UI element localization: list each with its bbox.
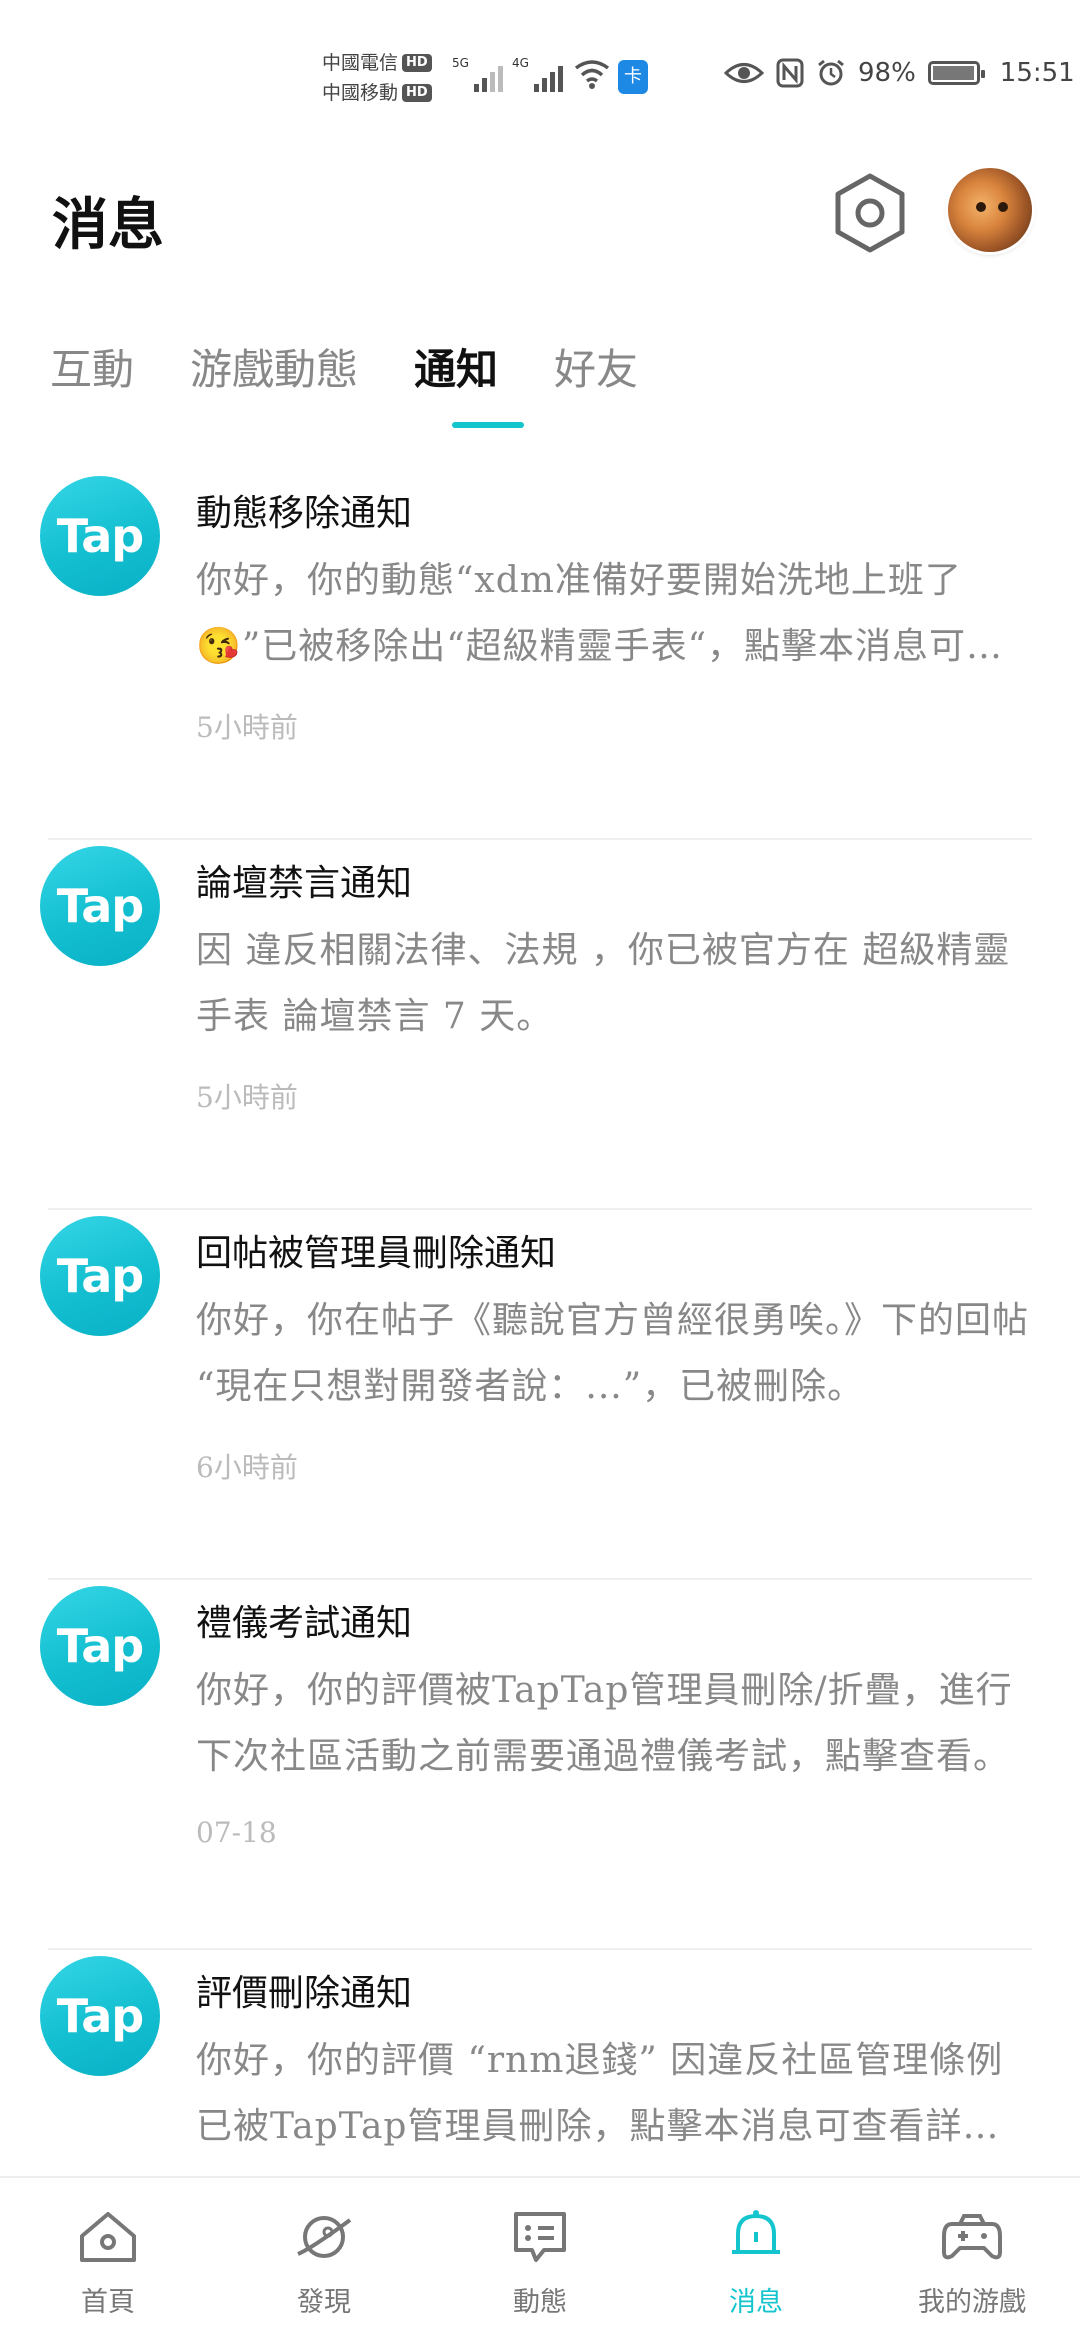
- notification-item[interactable]: Tap 禮儀考試通知 你好，你的評價被TapTap管理員刪除/折疊，進行下次社區…: [0, 1580, 1080, 1950]
- notification-body: 因 違反相關法律、法規 ，你已被官方在 超級精靈手表 論壇禁言 7 天。: [196, 930, 1011, 1037]
- notification-time: 07-18: [196, 1816, 277, 1849]
- alarm-icon: [818, 59, 844, 86]
- battery-percent: 98%: [858, 58, 916, 88]
- tab-interactions[interactable]: 互動: [50, 336, 134, 427]
- nav-feed[interactable]: 動態: [432, 2178, 648, 2342]
- signal-4g-icon: 4G: [512, 56, 563, 92]
- notification-item[interactable]: Tap 論壇禁言通知 因 違反相關法律、法規 ，你已被官方在 超級精靈手表 論壇…: [0, 840, 1080, 1210]
- notification-time: 5小時前: [196, 711, 298, 744]
- notification-title: 論壇禁言通知: [196, 863, 413, 904]
- notification-list: Tap 動態移除通知 你好，你的動態“xdm准備好要開始洗地上班了😘”已被移除出…: [0, 470, 1080, 2320]
- home-icon: [80, 2212, 136, 2262]
- nav-label: 發現: [297, 2287, 351, 2318]
- user-avatar[interactable]: [948, 168, 1032, 252]
- hd-badge: HD: [402, 54, 432, 72]
- signal-5g-icon: 5G: [452, 56, 503, 92]
- taptap-logo: Tap: [40, 1216, 160, 1336]
- notification-title: 禮儀考試通知: [196, 1603, 413, 1644]
- clock: 15:51: [999, 58, 1075, 88]
- nav-label: 首頁: [81, 2287, 135, 2318]
- page-title: 消息: [52, 192, 164, 258]
- notification-title: 評價刪除通知: [196, 1973, 413, 2014]
- nav-my-games[interactable]: 我的游戲: [864, 2178, 1080, 2342]
- carrier-info: 中國電信 HD 中國移動 HD: [322, 48, 432, 108]
- chat-icon: [514, 2212, 566, 2262]
- taptap-logo: Tap: [40, 476, 160, 596]
- tab-game-updates[interactable]: 游戲動態: [190, 336, 358, 427]
- avatar-eye: [976, 202, 986, 212]
- notification-title: 動態移除通知: [196, 493, 413, 534]
- notification-body: 你好，你在帖子《聽說官方曾經很勇唉。》下的回帖 “現在只想對開發者說：...”，…: [196, 1300, 1030, 1407]
- status-bar: 中國電信 HD 中國移動 HD 5G 4G 卡 98% 15:51: [0, 0, 1080, 150]
- nav-label: 動態: [513, 2287, 567, 2318]
- notification-body: 你好，你的評價 “rnm退錢” 因違反社區管理條例已被TapTap管理員刪除，點…: [196, 2040, 1004, 2147]
- hd-badge: HD: [402, 84, 432, 102]
- notification-item[interactable]: Tap 動態移除通知 你好，你的動態“xdm准備好要開始洗地上班了😘”已被移除出…: [0, 470, 1080, 840]
- carrier-2: 中國移動: [322, 82, 399, 104]
- taptap-logo: Tap: [40, 1956, 160, 2076]
- tab-notifications[interactable]: 通知: [414, 336, 498, 427]
- battery-icon: [927, 61, 985, 85]
- nav-label: 消息: [729, 2287, 783, 2318]
- nfc-icon: [776, 58, 804, 88]
- taptap-logo: Tap: [40, 1586, 160, 1706]
- message-tabs: 互動 游戲動態 通知 好友: [50, 336, 638, 427]
- planet-icon: [297, 2216, 352, 2258]
- notification-body: 你好，你的評價被TapTap管理員刪除/折疊，進行下次社區活動之前需要通過禮儀考…: [196, 1670, 1013, 1777]
- active-tab-indicator: [452, 422, 524, 428]
- carrier-1: 中國電信: [322, 52, 399, 74]
- taptap-logo: Tap: [40, 846, 160, 966]
- notification-title: 回帖被管理員刪除通知: [196, 1233, 557, 1274]
- bell-icon: [732, 2210, 780, 2254]
- avatar-eye: [998, 202, 1008, 212]
- settings-button[interactable]: [832, 172, 908, 254]
- bottom-nav: 首頁 發現 動態 消息 我的游戲: [0, 2176, 1080, 2342]
- nav-home[interactable]: 首頁: [0, 2178, 216, 2342]
- gamepad-icon: [942, 2214, 1002, 2260]
- notification-time: 5小時前: [196, 1081, 298, 1114]
- app-notification-icon: 卡: [618, 60, 648, 94]
- notification-item[interactable]: Tap 回帖被管理員刪除通知 你好，你在帖子《聽說官方曾經很勇唉。》下的回帖 “…: [0, 1210, 1080, 1580]
- wifi-icon: [574, 60, 610, 89]
- nav-messages[interactable]: 消息: [648, 2178, 864, 2342]
- nav-discover[interactable]: 發現: [216, 2178, 432, 2342]
- eye-icon: [724, 63, 764, 83]
- nav-label: 我的游戲: [918, 2287, 1026, 2318]
- tab-friends[interactable]: 好友: [554, 336, 638, 427]
- notification-body: 你好，你的動態“xdm准備好要開始洗地上班了😘”已被移除出“超級精靈手表“，點擊…: [196, 560, 1004, 667]
- notification-time: 6小時前: [196, 1451, 298, 1484]
